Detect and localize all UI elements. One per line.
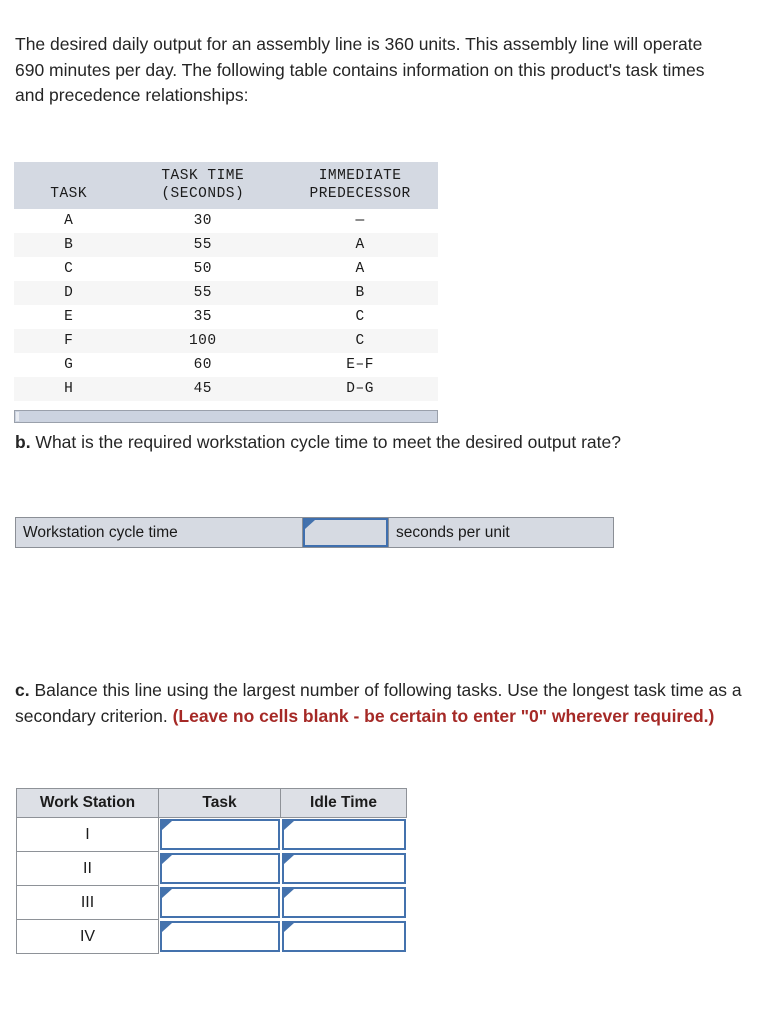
cell-predecessor: C bbox=[282, 329, 438, 353]
cell-task-time: 30 bbox=[123, 209, 283, 233]
question-c-label: c. bbox=[15, 680, 30, 700]
cell-task: H bbox=[14, 377, 124, 401]
cell-work-station: I bbox=[16, 817, 159, 852]
cell-task-time: 50 bbox=[123, 257, 283, 281]
table-row: C 50 A bbox=[14, 257, 438, 281]
table-row: IV bbox=[16, 919, 407, 954]
input-flag-icon bbox=[162, 923, 173, 933]
table-row: II bbox=[16, 851, 407, 886]
header-task-time: TASK TIME (SECONDS) bbox=[123, 162, 283, 209]
header-predecessor-line1: IMMEDIATE bbox=[318, 168, 402, 184]
input-flag-icon bbox=[305, 520, 316, 530]
table-row: H 45 D–G bbox=[14, 377, 438, 401]
cell-task: F bbox=[14, 329, 124, 353]
question-b-text: What is the required workstation cycle t… bbox=[30, 432, 621, 452]
cell-predecessor: B bbox=[282, 281, 438, 305]
idle-time-input-4[interactable] bbox=[281, 921, 406, 952]
table-row: D 55 B bbox=[14, 281, 438, 305]
idle-time-input-cell-station-3[interactable] bbox=[280, 885, 407, 920]
cell-predecessor: — bbox=[282, 209, 438, 233]
cell-task-time: 55 bbox=[123, 281, 283, 305]
task-input-cell-station-1[interactable] bbox=[158, 817, 281, 852]
table-row: G 60 E–F bbox=[14, 353, 438, 377]
input-flag-icon bbox=[283, 855, 295, 865]
table-row: E 35 C bbox=[14, 305, 438, 329]
cell-task: G bbox=[14, 353, 124, 377]
task-table: TASK TASK TIME (SECONDS) IMMEDIATE PREDE… bbox=[14, 162, 438, 401]
workstation-cycle-time-answer-row: Workstation cycle time seconds per unit bbox=[15, 517, 614, 548]
task-table-header-row: TASK TASK TIME (SECONDS) IMMEDIATE PREDE… bbox=[14, 162, 438, 209]
header-work-station: Work Station bbox=[16, 788, 159, 818]
cell-task-time: 60 bbox=[123, 353, 283, 377]
cell-task: E bbox=[14, 305, 124, 329]
table-row: B 55 A bbox=[14, 233, 438, 257]
cell-task: A bbox=[14, 209, 124, 233]
idle-time-input-2[interactable] bbox=[281, 853, 406, 884]
task-input-cell-station-4[interactable] bbox=[158, 919, 281, 954]
table-row: A 30 — bbox=[14, 209, 438, 233]
header-task: TASK bbox=[14, 162, 124, 209]
header-task: Task bbox=[158, 788, 281, 818]
balance-table: Work Station Task Idle Time I II III IV bbox=[16, 788, 407, 954]
balance-table-header: Work Station Task Idle Time bbox=[16, 788, 407, 818]
cell-work-station: III bbox=[16, 885, 159, 920]
question-b-label: b. bbox=[15, 432, 31, 452]
question-b: b. What is the required workstation cycl… bbox=[15, 430, 715, 456]
cell-task-time: 45 bbox=[123, 377, 283, 401]
workstation-cycle-time-input-cell[interactable] bbox=[303, 518, 388, 547]
question-c-warning: (Leave no cells blank - be certain to en… bbox=[172, 705, 715, 726]
task-input-2[interactable] bbox=[160, 853, 280, 884]
header-predecessor-line2: PREDECESSOR bbox=[309, 186, 411, 202]
balance-table-body: I II III IV bbox=[16, 817, 407, 954]
input-flag-icon bbox=[283, 889, 295, 899]
cell-task: C bbox=[14, 257, 124, 281]
task-input-cell-station-3[interactable] bbox=[158, 885, 281, 920]
task-table-body: A 30 — B 55 A C 50 A D 55 B E 35 C F 100… bbox=[14, 209, 438, 401]
cell-predecessor: A bbox=[282, 257, 438, 281]
cell-task: D bbox=[14, 281, 124, 305]
task-input-1[interactable] bbox=[160, 819, 280, 851]
header-task-line2: TASK bbox=[50, 186, 88, 202]
balance-table-container: Work Station Task Idle Time I II III IV bbox=[16, 788, 407, 954]
table-horizontal-scrollbar[interactable] bbox=[14, 410, 438, 423]
intro-paragraph: The desired daily output for an assembly… bbox=[15, 34, 705, 105]
answer-row-label: Workstation cycle time bbox=[16, 518, 303, 547]
task-input-cell-station-2[interactable] bbox=[158, 851, 281, 886]
idle-time-input-cell-station-4[interactable] bbox=[280, 919, 407, 954]
cell-task-time: 100 bbox=[123, 329, 283, 353]
balance-table-header-row: Work Station Task Idle Time bbox=[16, 788, 407, 818]
task-table-container: TASK TASK TIME (SECONDS) IMMEDIATE PREDE… bbox=[14, 162, 438, 423]
header-immediate-predecessor: IMMEDIATE PREDECESSOR bbox=[282, 162, 438, 209]
header-idle-time: Idle Time bbox=[280, 788, 407, 818]
input-flag-icon bbox=[162, 821, 173, 831]
cell-task-time: 35 bbox=[123, 305, 283, 329]
input-flag-icon bbox=[283, 923, 295, 933]
cell-work-station: II bbox=[16, 851, 159, 886]
input-flag-icon bbox=[162, 889, 173, 899]
cell-task-time: 55 bbox=[123, 233, 283, 257]
table-row: F 100 C bbox=[14, 329, 438, 353]
cell-predecessor: E–F bbox=[282, 353, 438, 377]
cell-work-station: IV bbox=[16, 919, 159, 954]
question-c: c. Balance this line using the largest n… bbox=[15, 678, 745, 729]
input-flag-icon bbox=[283, 821, 295, 831]
header-task-time-line1: TASK TIME bbox=[161, 168, 245, 184]
cell-predecessor: D–G bbox=[282, 377, 438, 401]
task-input-4[interactable] bbox=[160, 921, 280, 952]
task-table-header: TASK TASK TIME (SECONDS) IMMEDIATE PREDE… bbox=[14, 162, 438, 209]
cell-task: B bbox=[14, 233, 124, 257]
table-row: III bbox=[16, 885, 407, 920]
input-flag-icon bbox=[162, 855, 173, 865]
cell-predecessor: C bbox=[282, 305, 438, 329]
idle-time-input-cell-station-2[interactable] bbox=[280, 851, 407, 886]
table-row: I bbox=[16, 817, 407, 852]
header-task-time-line2: (SECONDS) bbox=[161, 186, 245, 202]
answer-row-unit: seconds per unit bbox=[388, 518, 613, 547]
cell-predecessor: A bbox=[282, 233, 438, 257]
idle-time-input-cell-station-1[interactable] bbox=[280, 817, 407, 852]
idle-time-input-3[interactable] bbox=[281, 887, 406, 918]
task-input-3[interactable] bbox=[160, 887, 280, 918]
idle-time-input-1[interactable] bbox=[281, 819, 406, 851]
